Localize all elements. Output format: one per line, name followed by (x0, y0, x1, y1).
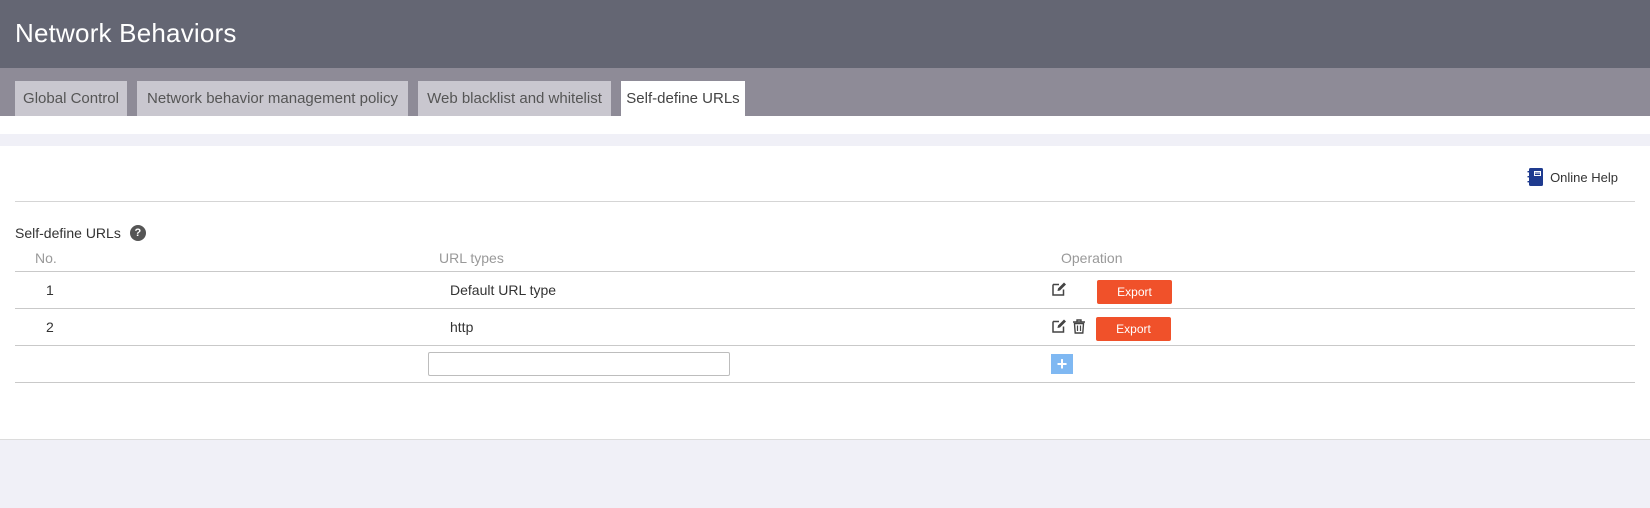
online-help-link[interactable]: Online Help (1527, 167, 1618, 187)
section-title: Self-define URLs ? (15, 225, 146, 241)
tab-global-control[interactable]: Global Control (15, 81, 127, 116)
table-row: 1 Default URL type Export (15, 272, 1635, 309)
url-type-name: http (450, 319, 474, 335)
tab-network-behavior-policy[interactable]: Network behavior management policy (137, 81, 408, 116)
new-url-type-input[interactable] (428, 352, 730, 376)
header-divider (15, 201, 1635, 202)
column-header-operation: Operation (1061, 250, 1123, 266)
edit-icon[interactable] (1051, 318, 1067, 334)
tab-self-define-urls[interactable]: Self-define URLs (621, 81, 745, 116)
edit-icon[interactable] (1051, 281, 1067, 297)
content-top-strip (0, 116, 1650, 134)
export-button[interactable]: Export (1096, 317, 1171, 341)
table-row-new: + (15, 346, 1635, 383)
content-separator (0, 134, 1650, 146)
row-number: 2 (46, 319, 54, 335)
export-button[interactable]: Export (1097, 280, 1172, 304)
content-panel: Online Help Self-define URLs ? No. URL t… (0, 146, 1650, 440)
question-icon[interactable]: ? (129, 225, 146, 241)
table-header: No. URL types Operation (15, 246, 1635, 272)
row-number: 1 (46, 282, 54, 298)
trash-icon[interactable] (1071, 318, 1087, 334)
app-header: Network Behaviors (0, 0, 1650, 68)
url-type-name: Default URL type (450, 282, 557, 298)
tab-web-blacklist-whitelist[interactable]: Web blacklist and whitelist (418, 81, 611, 116)
column-header-url-types: URL types (439, 250, 504, 266)
tab-bar: Global Control Network behavior manageme… (0, 68, 1650, 116)
add-icon[interactable]: + (1051, 354, 1073, 374)
table-row: 2 http Export (15, 309, 1635, 346)
page-title: Network Behaviors (15, 18, 237, 48)
section-title-text: Self-define URLs (15, 225, 121, 241)
url-types-table: No. URL types Operation 1 Default URL ty… (15, 246, 1635, 383)
online-help-label: Online Help (1550, 169, 1618, 185)
book-icon (1527, 167, 1545, 187)
column-header-no: No. (35, 250, 57, 266)
